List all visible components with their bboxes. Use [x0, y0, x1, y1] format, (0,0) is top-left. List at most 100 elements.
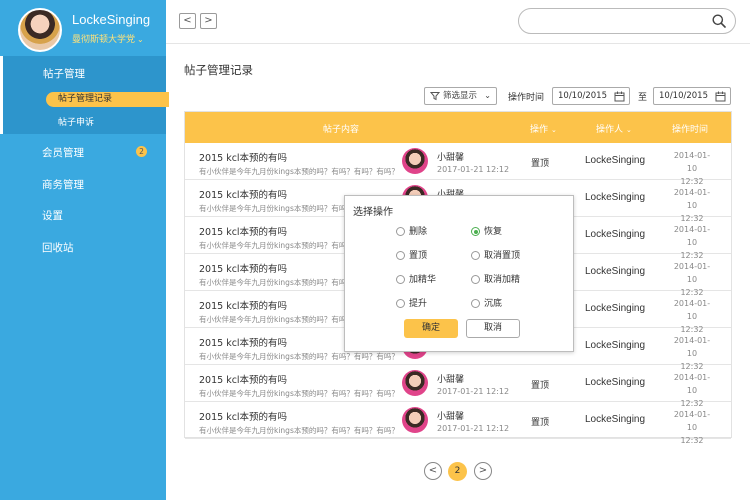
author-name: 小甜馨	[437, 375, 465, 385]
option-delete[interactable]: 删除	[396, 226, 427, 238]
date-to-field[interactable]: 10/10/2015	[653, 87, 731, 105]
post-title[interactable]: 2015 kcl本预的有吗	[199, 150, 287, 164]
header-user[interactable]: 操作人 ⌄	[596, 122, 632, 135]
author-avatar[interactable]	[402, 370, 428, 396]
option-label: 置顶	[409, 251, 428, 261]
operation-date: 2014-01-10	[673, 151, 711, 173]
option-pin[interactable]: 置顶	[396, 250, 427, 262]
radio-icon[interactable]	[471, 275, 480, 284]
radio-icon[interactable]	[396, 275, 405, 284]
search-icon[interactable]	[712, 14, 726, 28]
sidebar-item-members[interactable]: 会员管理	[42, 145, 84, 160]
forward-button[interactable]: >	[200, 13, 217, 29]
table-header: 帖子内容 操作 ⌄ 操作人 ⌄ 操作时间	[185, 112, 731, 143]
sidebar-item-recycle-bin[interactable]: 回收站	[42, 240, 74, 255]
table-row[interactable]: 2015 kcl本预的有吗有小伙伴是今年九月份kings本预的吗？有吗？有吗？有…	[185, 365, 731, 408]
profile: LockeSinging 曼彻斯顿大学党 ⌄	[0, 0, 166, 56]
prev-page-button[interactable]: <	[424, 462, 442, 480]
option-feature[interactable]: 加精华	[396, 274, 436, 286]
sidebar-item-business[interactable]: 商务管理	[42, 177, 84, 192]
table-row[interactable]: 2015 kcl本预的有吗 有小伙伴是今年九月份kings本预的吗？有吗？有吗？有…	[185, 402, 731, 445]
post-title[interactable]: 2015 kcl本预的有吗	[199, 261, 287, 275]
operation-date: 2014-01-10	[673, 262, 711, 284]
post-title[interactable]: 2015 kcl本预的有吗	[199, 298, 287, 312]
post-excerpt: 有小伙伴是今年九月份kings本预的吗？有吗？有吗？有吗？	[199, 389, 399, 398]
post-title[interactable]: 2015 kcl本预的有吗	[199, 335, 287, 349]
header-op-label: 操作	[530, 125, 549, 135]
back-button[interactable]: <	[179, 13, 196, 29]
search-input[interactable]	[518, 8, 736, 34]
option-label: 沉底	[484, 299, 503, 309]
operation: 置顶	[531, 418, 550, 428]
chevron-down-icon: ⌄	[551, 126, 557, 134]
current-page[interactable]: 2	[448, 462, 467, 481]
author-name: 小甜馨	[437, 412, 465, 422]
operation-date: 2014-01-10	[673, 336, 711, 358]
cancel-button[interactable]: 取消	[466, 319, 520, 338]
operator: LockeSinging	[585, 192, 646, 203]
option-label: 恢复	[484, 227, 503, 237]
chevron-down-icon: ⌄	[626, 126, 632, 134]
post-title[interactable]: 2015 kcl本预的有吗	[199, 409, 287, 423]
post-title[interactable]: 2015 kcl本预的有吗	[199, 224, 287, 238]
radio-icon[interactable]	[471, 251, 480, 260]
radio-icon[interactable]	[396, 251, 405, 260]
author-name: 小甜馨	[437, 153, 465, 163]
radio-selected-icon[interactable]	[471, 227, 480, 236]
calendar-icon[interactable]	[614, 91, 625, 102]
operation-date: 2014-01-10	[673, 410, 711, 432]
post-title[interactable]: 2015 kcl本预的有吗	[199, 372, 287, 386]
dialog-title: 选择操作	[353, 207, 393, 218]
radio-icon[interactable]	[471, 299, 480, 308]
operation-date: 2014-01-10	[673, 188, 711, 210]
header-time: 操作时间	[672, 125, 709, 135]
option-label: 取消加精	[484, 275, 521, 285]
option-label: 取消置顶	[484, 251, 521, 261]
chevron-down-icon: ⌄	[484, 91, 491, 100]
post-excerpt: 有小伙伴是今年九月份kings本预的吗？有吗？有吗？有吗？	[199, 352, 399, 361]
date-from-value: 10/10/2015	[558, 91, 607, 101]
confirm-button[interactable]: 确定	[404, 319, 458, 338]
option-sink[interactable]: 沉底	[471, 298, 502, 310]
sidebar: LockeSinging 曼彻斯顿大学党 ⌄ 帖子管理 帖子管理记录 帖子申诉 会…	[0, 0, 169, 500]
option-unfeature[interactable]: 取消加精	[471, 274, 520, 286]
table-row[interactable]: 2015 kcl本预的有吗有小伙伴是今年九月份kings本预的吗？有吗？有吗？有…	[185, 143, 731, 186]
member-count-badge: 2	[136, 146, 147, 157]
option-label: 加精华	[409, 275, 437, 285]
header-op[interactable]: 操作 ⌄	[530, 122, 557, 135]
chevron-down-icon: ⌄	[137, 35, 144, 44]
sidebar-item-posts[interactable]: 帖子管理	[43, 66, 85, 81]
post-time: 2017-01-21 12:12	[437, 387, 510, 396]
operator: LockeSinging	[585, 377, 646, 388]
option-restore[interactable]: 恢复	[471, 226, 502, 238]
post-time: 2017-01-21 12:12	[437, 165, 510, 174]
filter-icon	[430, 92, 440, 101]
radio-icon[interactable]	[396, 227, 405, 236]
author-avatar[interactable]	[402, 148, 428, 174]
next-page-button[interactable]: >	[474, 462, 492, 480]
option-unpin[interactable]: 取消置顶	[471, 250, 520, 262]
post-excerpt: 有小伙伴是今年九月份kings本预的吗？有吗？有吗？有吗？	[199, 167, 399, 176]
operator: LockeSinging	[585, 155, 646, 166]
operator: LockeSinging	[585, 340, 646, 351]
org-switcher[interactable]: 曼彻斯顿大学党 ⌄	[72, 32, 144, 45]
filter-label: 筛选显示	[443, 91, 478, 101]
sidebar-subitem-post-records[interactable]: 帖子管理记录	[46, 92, 169, 107]
calendar-icon[interactable]	[715, 91, 726, 102]
date-from-field[interactable]: 10/10/2015	[552, 87, 630, 105]
post-title[interactable]: 2015 kcl本预的有吗	[199, 187, 287, 201]
option-raise[interactable]: 提升	[396, 298, 427, 310]
avatar[interactable]	[18, 8, 62, 52]
filter-dropdown[interactable]: 筛选显示 ⌄	[424, 87, 497, 105]
sidebar-item-settings[interactable]: 设置	[42, 208, 63, 223]
radio-icon[interactable]	[396, 299, 405, 308]
author-avatar[interactable]	[402, 407, 428, 433]
option-label: 删除	[409, 227, 428, 237]
post-time: 2017-01-21 12:12	[437, 424, 510, 433]
header-user-label: 操作人	[596, 125, 624, 135]
operation-date: 2014-01-10	[673, 299, 711, 321]
operation-clock: 12:32	[680, 436, 704, 445]
option-label: 提升	[409, 299, 428, 309]
sidebar-subitem-post-appeals[interactable]: 帖子申诉	[46, 116, 169, 131]
time-label: 操作时间	[508, 93, 545, 103]
